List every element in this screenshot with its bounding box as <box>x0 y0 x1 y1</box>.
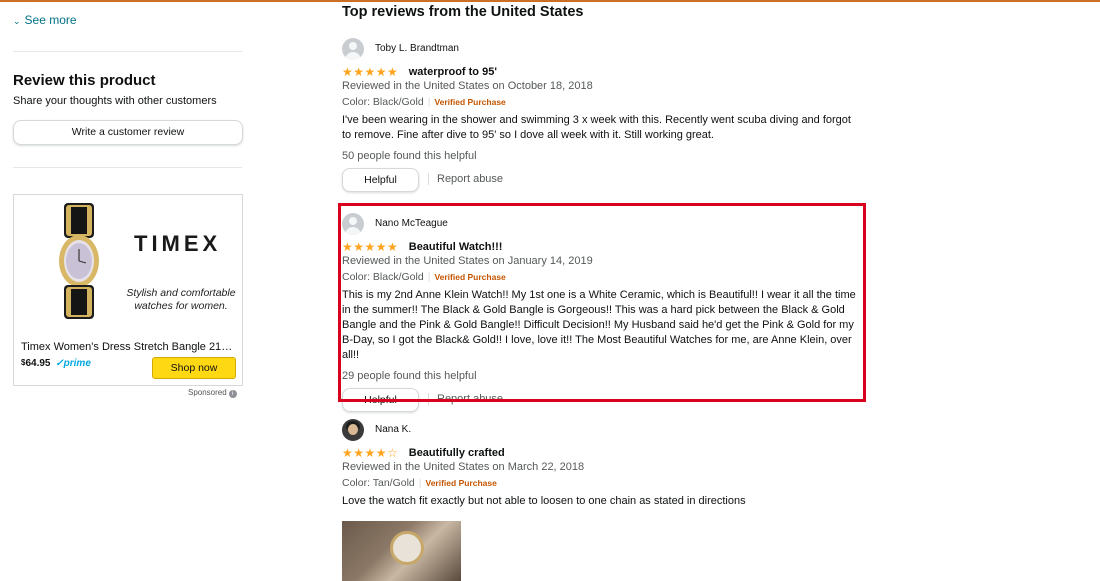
username[interactable]: Toby L. Brandtman <box>375 43 459 54</box>
info-icon[interactable]: i <box>228 390 237 398</box>
ad-price: $64.95 ✓prime <box>21 358 91 369</box>
watch-product-image <box>59 203 99 319</box>
reviews-heading: Top reviews from the United States <box>342 4 584 20</box>
review-product-heading: Review this product <box>13 72 156 89</box>
star-rating[interactable]: ★★★★★ <box>342 65 398 79</box>
review-photo[interactable] <box>342 521 461 581</box>
review-body: I've been wearing in the shower and swim… <box>342 114 851 141</box>
share-thoughts-text: Share your thoughts with other customers <box>13 95 217 107</box>
chevron-down-icon: ⌄ <box>13 16 21 26</box>
review-item: Toby L. Brandtman ★★★★★ waterproof to 95… <box>342 38 860 192</box>
divider <box>13 51 242 52</box>
see-more-link[interactable]: ⌄ See more <box>13 13 77 27</box>
filled-stars: ★★★★ <box>342 445 388 460</box>
username[interactable]: Nana K. <box>375 424 411 435</box>
review-variant-line: Color: Black/Gold | Verified Purchase <box>342 96 506 108</box>
review-user[interactable]: Nana K. <box>342 419 860 441</box>
star-rating[interactable]: ★★★★☆ <box>342 446 398 460</box>
write-review-button[interactable]: Write a customer review <box>13 120 243 145</box>
verified-purchase-badge: Verified Purchase <box>434 97 506 107</box>
review-item: Nana K. ★★★★☆ Beautifully crafted Review… <box>342 419 860 581</box>
review-date: Reviewed in the United States on October… <box>342 80 593 92</box>
highlight-box <box>338 203 866 402</box>
review-user[interactable]: Toby L. Brandtman <box>342 38 860 60</box>
sponsored-ad[interactable]: TIMEX Stylish and comfortable watches fo… <box>13 194 243 386</box>
ad-product-title[interactable]: Timex Women's Dress Stretch Bangle 21m… <box>21 341 239 353</box>
divider <box>13 167 242 168</box>
verified-purchase-badge: Verified Purchase <box>425 478 497 488</box>
review-date: Reviewed in the United States on March 2… <box>342 461 585 473</box>
sponsored-text: Sponsored <box>188 388 227 397</box>
see-more-label: See more <box>24 13 77 27</box>
variant-color[interactable]: Color: Black/Gold <box>342 96 424 108</box>
empty-star: ☆ <box>387 445 399 460</box>
prime-badge: ✓prime <box>55 358 91 369</box>
review-body: Love the watch fit exactly but not able … <box>342 495 746 507</box>
review-variant-line: Color: Tan/Gold | Verified Purchase <box>342 477 497 489</box>
report-abuse-link[interactable]: Report abuse <box>437 173 503 185</box>
variant-color[interactable]: Color: Tan/Gold <box>342 477 415 489</box>
avatar <box>342 419 364 441</box>
helpful-button[interactable]: Helpful <box>342 168 419 192</box>
divider <box>428 173 429 185</box>
review-title[interactable]: waterproof to 95' <box>409 66 497 78</box>
prime-label: prime <box>63 358 91 369</box>
ad-tagline: Stylish and comfortable watches for wome… <box>126 287 236 312</box>
avatar <box>342 38 364 60</box>
helpful-count: 50 people found this helpful <box>342 150 477 162</box>
ad-brand-logo: TIMEX <box>134 231 222 256</box>
sponsored-label: Sponsored i <box>188 388 237 398</box>
top-border <box>0 0 1100 2</box>
shop-now-button[interactable]: Shop now <box>152 357 236 379</box>
price-value: 64.95 <box>25 358 51 369</box>
review-title[interactable]: Beautifully crafted <box>409 447 505 459</box>
